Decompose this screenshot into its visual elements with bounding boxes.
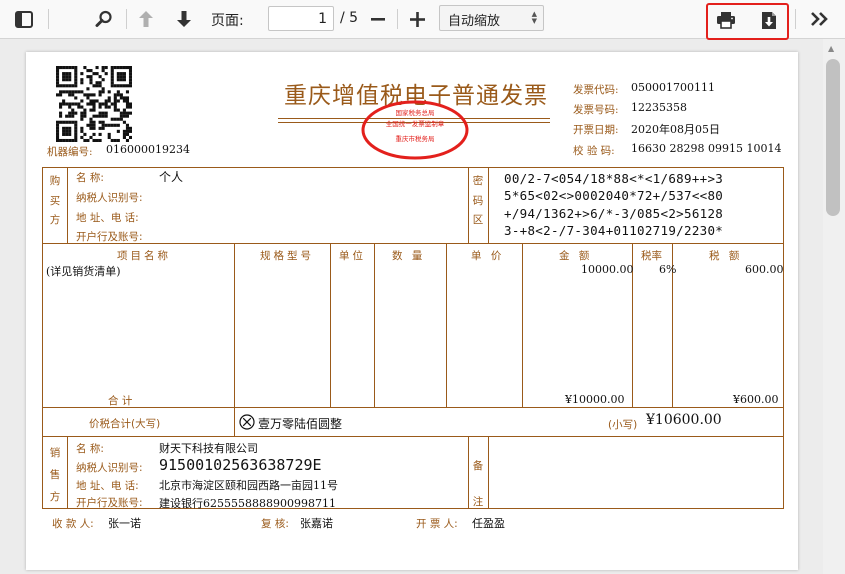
seal-top-text: 国家税务总局 — [396, 108, 435, 117]
download-icon — [762, 11, 776, 29]
check-code-label: 校 验 码: — [573, 145, 615, 157]
col-header-price: 单 价 — [471, 250, 505, 262]
next-page-button[interactable] — [173, 8, 195, 30]
seller-bank: 建设银行6255558888900998711 — [159, 497, 336, 510]
col-header-rate: 税率 — [641, 250, 662, 262]
total-amount: ¥10000.00 — [565, 393, 625, 406]
search-icon — [95, 10, 112, 27]
payee: 张一诺 — [108, 517, 141, 530]
previous-page-button[interactable] — [135, 8, 157, 30]
small-amount-label: (小写) — [608, 419, 638, 431]
remark-section-label: 备 注 — [472, 460, 484, 508]
col-header-item-name: 项目名称 — [117, 250, 171, 262]
select-arrows-icon: ▲ ▼ — [531, 10, 537, 25]
total-tax: ¥600.00 — [733, 393, 779, 406]
invoice-date: 2020年08月05日 — [631, 123, 720, 136]
page-total: / 5 — [340, 10, 359, 26]
seller-name-label: 名 称: — [76, 443, 104, 455]
minus-icon — [371, 18, 385, 21]
payee-label: 收 款 人: — [52, 518, 94, 530]
grand-total-label: 价税合计(大写) — [89, 418, 161, 430]
buyer-tax-id-label: 纳税人识别号: — [76, 192, 143, 204]
seal-middle-text: 全国统一发票监制章 — [386, 119, 445, 128]
page-number-input[interactable] — [268, 6, 334, 31]
pdf-toolbar: 页面: / 5 自动缩放 ▲▼ — [0, 0, 845, 40]
seller-bank-label: 开户行及账号: — [76, 497, 143, 509]
tools-menu-button[interactable] — [808, 8, 832, 30]
zoom-out-button[interactable] — [368, 8, 388, 30]
cipher-block: 00/2-7<054/18*88<*<1/689++>3 5*65<02<>00… — [504, 170, 723, 240]
item-name: (详见销货清单) — [46, 265, 121, 278]
col-header-tax: 税 额 — [709, 250, 743, 262]
cipher-line: 3-+8<2-/7-304+01102719/2230* — [504, 223, 724, 239]
cipher-line: 00/2-7<054/18*88<*<1/689++>3 — [504, 171, 724, 186]
sidebar-toggle-icon — [15, 10, 33, 28]
print-icon — [717, 12, 735, 29]
machine-no-label: 机器编号: — [47, 146, 93, 158]
buyer-section-label: 购 买 方 — [49, 175, 61, 226]
zoom-select-value: 自动缩放 — [448, 14, 501, 29]
seal-bottom-text: 重庆市税务局 — [396, 134, 435, 143]
seller-address-label: 地 址、电 话: — [76, 480, 139, 492]
zoom-in-button[interactable] — [406, 8, 428, 30]
buyer-address-label: 地 址、电 话: — [76, 212, 139, 224]
number-label: 发票号码: — [573, 104, 619, 116]
buyer-name-label: 名 称: — [76, 172, 104, 184]
seller-tax-id: 91500102563638729E — [159, 456, 322, 474]
seller-tax-id-label: 纳税人识别号: — [76, 462, 143, 474]
issuer-label: 开 票 人: — [416, 518, 458, 530]
reviewer: 张嘉诺 — [300, 517, 333, 530]
issuer: 任盈盈 — [472, 517, 505, 530]
check-code: 16630 28298 09915 10014 — [631, 142, 782, 155]
invoice-code: 050001700111 — [631, 81, 715, 94]
sidebar-toggle-button[interactable] — [12, 8, 36, 30]
seller-section-label: 销 售 方 — [49, 447, 61, 503]
col-header-qty: 数 量 — [392, 250, 426, 262]
zoom-select[interactable]: 自动缩放 ▲ ▼ — [439, 5, 544, 31]
machine-no: 016000019234 — [106, 143, 190, 156]
plus-icon — [409, 11, 425, 27]
buyer-name: 个人 — [159, 170, 184, 184]
col-header-amount: 金 额 — [559, 250, 593, 262]
arrow-up-icon — [139, 11, 153, 27]
invoice-page: 机器编号: 016000019234 重庆增值税电子普通发票 国家税务总局 全国… — [26, 52, 798, 570]
arrow-down-icon — [177, 11, 191, 27]
invoice-number: 12235358 — [631, 101, 687, 114]
item-amount: 10000.00 — [581, 263, 634, 276]
code-label: 发票代码: — [573, 84, 619, 96]
download-button[interactable] — [757, 8, 781, 32]
cipher-line: 5*65<02<>0002040*72+/537<<80 — [504, 188, 724, 204]
reviewer-label: 复 核: — [261, 518, 289, 530]
col-header-unit: 单位 — [339, 250, 366, 262]
scrollbar-thumb[interactable] — [826, 59, 840, 216]
item-tax-rate: 6% — [659, 263, 677, 276]
date-label: 开票日期: — [573, 124, 619, 136]
grand-total-words: 壹万零陆佰圆整 — [258, 417, 343, 431]
page-label: 页面: — [211, 13, 244, 29]
buyer-bank-label: 开户行及账号: — [76, 231, 143, 243]
seller-address: 北京市海淀区颐和园西路一亩园11号 — [159, 479, 338, 492]
x-circle-icon — [239, 414, 255, 430]
cipher-line: +/94/1362+>6/*-3/085<2>56128 — [504, 205, 724, 221]
item-tax: 600.00 — [745, 263, 784, 276]
grand-total-small: ¥10600.00 — [646, 412, 722, 428]
tax-seal-stamp: 国家税务总局 全国统一发票监制章 重庆市税务局 — [361, 100, 469, 160]
cipher-section-label: 密 码 区 — [472, 175, 484, 226]
double-chevron-right-icon — [811, 12, 828, 26]
seller-name: 财天下科技有限公司 — [159, 442, 258, 455]
qr-code-icon — [56, 66, 132, 142]
col-header-spec: 规格型号 — [260, 250, 314, 262]
search-button[interactable] — [93, 8, 115, 30]
scroll-up-arrow-icon[interactable]: ▲ — [828, 44, 834, 53]
total-label: 合 计 — [108, 395, 133, 407]
print-button[interactable] — [714, 8, 738, 32]
